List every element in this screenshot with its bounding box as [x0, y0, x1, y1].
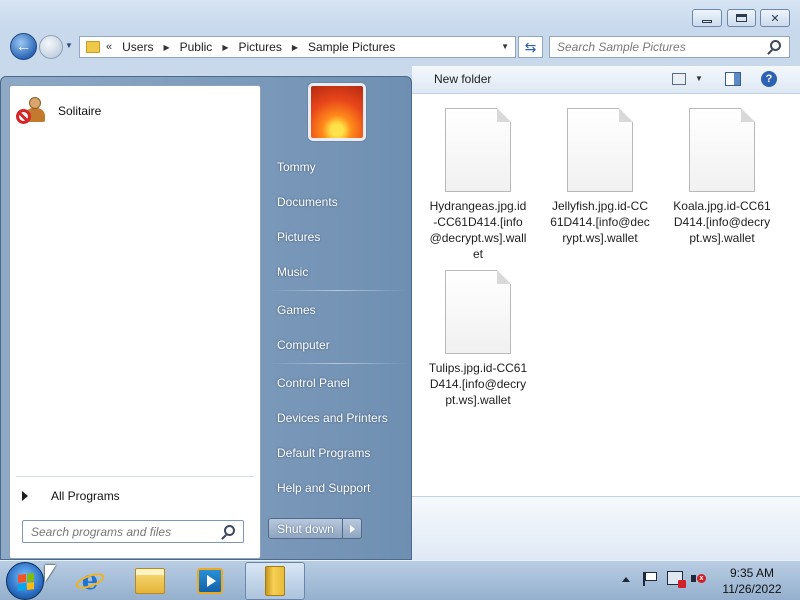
maximize-button[interactable] [727, 9, 756, 27]
command-bar: New folder ▼ ? [412, 66, 800, 94]
programs-pane: Solitaire All Programs [9, 85, 261, 559]
divider [267, 363, 407, 364]
internet-explorer-icon: e [73, 567, 107, 595]
file-name: Tulips.jpg.id-CC61D414.[info@decrypt.ws]… [428, 361, 528, 407]
search-box[interactable] [549, 36, 790, 58]
program-label: Solitaire [58, 104, 102, 118]
minimize-button[interactable] [692, 9, 722, 27]
taskbar-internet-explorer[interactable]: e [62, 562, 118, 600]
media-player-icon [197, 568, 223, 594]
back-arrow-icon: ← [15, 37, 32, 55]
breadcrumb-sample-pictures[interactable]: Sample Pictures [308, 40, 395, 54]
shut-down-options-button[interactable] [342, 518, 362, 539]
start-item-control-panel[interactable]: Control Panel [267, 368, 407, 398]
view-options-dropdown-icon[interactable]: ▼ [695, 74, 703, 83]
shut-down-button[interactable]: Shut down [268, 518, 343, 539]
clock-date: 11/26/2022 [722, 582, 782, 596]
maximize-icon [736, 14, 747, 22]
triangle-right-icon [22, 491, 28, 501]
search-input[interactable] [550, 37, 765, 57]
address-bar[interactable]: « Users ▶ Public ▶ Pictures ▶ Sample Pic… [79, 36, 516, 58]
divider [267, 290, 407, 291]
document-icon [445, 270, 511, 354]
action-center-flag-icon[interactable] [643, 572, 657, 586]
show-hidden-icons-icon[interactable] [622, 577, 630, 582]
address-overflow[interactable]: « [106, 41, 112, 53]
file-name: Koala.jpg.id-CC61D414.[info@decrypt.ws].… [673, 199, 771, 245]
start-menu: Solitaire All Programs Tommy Documents P… [0, 76, 412, 560]
breadcrumb-pictures[interactable]: Pictures [238, 40, 281, 54]
file-item[interactable]: Koala.jpg.id-CC61D414.[info@decrypt.ws].… [668, 108, 776, 246]
minimize-icon [702, 19, 712, 23]
start-item-pictures[interactable]: Pictures [267, 222, 407, 252]
search-icon[interactable] [224, 525, 235, 536]
all-programs-label: All Programs [51, 489, 120, 503]
start-search-input[interactable] [23, 521, 219, 542]
taskbar-open-folder[interactable] [245, 562, 305, 600]
chevron-right-icon[interactable]: ▶ [222, 43, 228, 52]
document-icon [689, 108, 755, 192]
chevron-right-icon[interactable]: ▶ [292, 43, 298, 52]
refresh-icon: ⇆ [524, 38, 537, 55]
windows-logo-icon [18, 573, 34, 591]
start-search-box[interactable] [22, 520, 244, 543]
folder-icon [86, 41, 100, 53]
program-solitaire[interactable]: Solitaire [16, 94, 252, 128]
places-pane: Tommy Documents Pictures Music Games Com… [263, 77, 411, 561]
solitaire-icon [16, 95, 48, 127]
document-icon [445, 108, 511, 192]
start-item-computer[interactable]: Computer [267, 330, 407, 360]
start-item-games[interactable]: Games [267, 295, 407, 325]
file-name: Jellyfish.jpg.id-CC61D414.[info@decrypt.… [550, 199, 650, 245]
breadcrumb-users[interactable]: Users [122, 40, 153, 54]
mouse-cursor-icon [45, 565, 56, 582]
volume-muted-icon[interactable]: x [691, 572, 706, 586]
file-item[interactable]: Jellyfish.jpg.id-CC61D414.[info@decrypt.… [546, 108, 654, 246]
breadcrumb-public[interactable]: Public [180, 40, 213, 54]
taskbar: e x 9:35 AM 11/26/2022 [0, 560, 800, 600]
taskbar-windows-explorer[interactable] [122, 562, 178, 600]
refresh-button[interactable]: ⇆ [518, 36, 543, 58]
file-item[interactable]: Hydrangeas.jpg.id-CC61D414.[info@decrypt… [424, 108, 532, 262]
close-button[interactable]: ✕ [760, 9, 790, 27]
address-dropdown-icon[interactable]: ▼ [501, 42, 509, 51]
search-icon[interactable] [770, 40, 781, 51]
folder-icon [265, 566, 285, 596]
start-item-music[interactable]: Music [267, 257, 407, 287]
details-pane [412, 496, 800, 560]
document-icon [567, 108, 633, 192]
close-icon: ✕ [770, 12, 780, 25]
help-icon[interactable]: ? [761, 71, 777, 87]
start-button[interactable] [6, 562, 44, 600]
chevron-right-icon[interactable]: ▶ [163, 43, 169, 52]
taskbar-media-player[interactable] [182, 562, 238, 600]
start-item-user[interactable]: Tommy [267, 152, 407, 182]
file-item[interactable]: Tulips.jpg.id-CC61D414.[info@decrypt.ws]… [424, 270, 532, 408]
title-bar[interactable]: ✕ [0, 0, 800, 32]
start-item-help-support[interactable]: Help and Support [267, 473, 407, 503]
forward-button[interactable] [39, 35, 63, 59]
divider [16, 476, 254, 477]
start-item-devices-printers[interactable]: Devices and Printers [267, 403, 407, 433]
windows-explorer-icon [135, 568, 165, 594]
back-button[interactable]: ← [10, 33, 37, 60]
clock[interactable]: 9:35 AM 11/26/2022 [712, 565, 792, 597]
all-programs-button[interactable]: All Programs [16, 484, 254, 508]
file-list: Hydrangeas.jpg.id-CC61D414.[info@decrypt… [412, 94, 800, 496]
file-name: Hydrangeas.jpg.id-CC61D414.[info@decrypt… [429, 199, 527, 261]
navigation-bar: ← ▼ « Users ▶ Public ▶ Pictures ▶ Sample… [0, 32, 800, 62]
network-icon[interactable] [667, 571, 686, 588]
clock-time: 9:35 AM [729, 566, 775, 580]
recent-pages-dropdown[interactable]: ▼ [65, 41, 73, 50]
change-view-icon[interactable] [672, 73, 686, 85]
user-picture[interactable] [308, 83, 366, 141]
preview-pane-icon[interactable] [725, 72, 741, 86]
new-folder-button[interactable]: New folder [434, 72, 491, 86]
start-item-default-programs[interactable]: Default Programs [267, 438, 407, 468]
start-item-documents[interactable]: Documents [267, 187, 407, 217]
